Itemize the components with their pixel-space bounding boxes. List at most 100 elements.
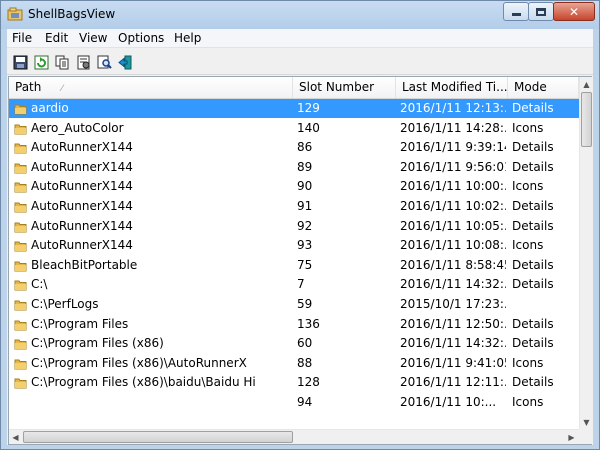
cell-last-modified: 2016/1/11 9:56:01: [400, 160, 506, 174]
cell-path: AutoRunnerX144: [31, 199, 133, 213]
cell-last-modified: 2015/10/1 17:23:...: [400, 297, 506, 311]
cell-mode: Details: [512, 160, 554, 174]
cell-mode: Details: [512, 375, 554, 389]
table-row[interactable]: AutoRunnerX144 86 2016/1/11 9:39:14 Details: [9, 138, 579, 157]
scroll-up-icon[interactable]: ▲: [580, 77, 593, 91]
column-slot-number[interactable]: Slot Number: [293, 77, 396, 98]
save-button[interactable]: [11, 53, 29, 71]
table-row[interactable]: AutoRunnerX144 89 2016/1/11 9:56:01 Details: [9, 158, 579, 177]
scroll-right-icon[interactable]: ▶: [565, 430, 578, 444]
cell-mode: Details: [512, 140, 554, 154]
cell-last-modified: 2016/1/11 12:50:...: [400, 317, 506, 331]
menu-file[interactable]: File: [10, 31, 34, 45]
cell-slot-number: 93: [297, 238, 313, 252]
menu-edit[interactable]: Edit: [43, 31, 70, 45]
menu-help[interactable]: Help: [172, 31, 203, 45]
exit-button[interactable]: [116, 53, 134, 71]
toolbar: [7, 49, 593, 75]
cell-slot-number: 88: [297, 356, 313, 370]
cell-slot-number: 136: [297, 317, 320, 331]
folder-icon: [14, 241, 27, 252]
table-row[interactable]: C:\Program Files (x86) 60 2016/1/11 14:32:…: [9, 334, 579, 353]
column-path[interactable]: Path ⁄: [9, 77, 293, 98]
cell-last-modified: 2016/1/11 14:32:...: [400, 277, 506, 291]
scroll-left-icon[interactable]: ◀: [9, 430, 22, 444]
cell-last-modified: 2016/1/11 14:32:...: [400, 336, 506, 350]
cell-mode: Details: [512, 219, 554, 233]
table-row[interactable]: C:\Program Files (x86)\baidu\Baidu Hi 128…: [9, 373, 579, 392]
window-title: ShellBagsView: [28, 7, 116, 21]
title-bar[interactable]: ShellBagsView ✕: [1, 1, 599, 29]
find-button[interactable]: [95, 53, 113, 71]
table-row[interactable]: AutoRunnerX144 91 2016/1/11 10:02:... Detai…: [9, 197, 579, 216]
table-row[interactable]: C:\Program Files (x86)\AutoRunnerX 88 2016…: [9, 354, 579, 373]
cell-path: aardio: [31, 101, 69, 115]
table-row[interactable]: BleachBitPortable 75 2016/1/11 8:58:45 Deta…: [9, 256, 579, 275]
properties-button[interactable]: [74, 53, 92, 71]
table-row[interactable]: aardio 129 2016/1/11 12:13:... Details: [9, 99, 579, 118]
cell-mode: Icons: [512, 395, 544, 409]
horizontal-scrollbar[interactable]: ◀ ▶: [9, 429, 579, 444]
cell-mode: Icons: [512, 356, 544, 370]
table-row[interactable]: C:\Program Files 136 2016/1/11 12:50:... De…: [9, 315, 579, 334]
table-row[interactable]: C:\PerfLogs 59 2015/10/1 17:23:...: [9, 295, 579, 314]
folder-icon: [14, 300, 27, 311]
cell-path: AutoRunnerX144: [31, 140, 133, 154]
refresh-icon: [34, 55, 48, 69]
cell-path: AutoRunnerX144: [31, 238, 133, 252]
cell-mode: Details: [512, 101, 554, 115]
table-row[interactable]: Aero_AutoColor 140 2016/1/11 14:28:... Icon…: [9, 119, 579, 138]
table-rows: aardio 129 2016/1/11 12:13:... Details Aero_…: [9, 99, 579, 429]
folder-icon: [14, 202, 27, 213]
vertical-scrollbar[interactable]: ▲ ▼: [579, 77, 592, 429]
properties-icon: [77, 55, 89, 69]
cell-mode: Icons: [512, 179, 544, 193]
column-mode[interactable]: Mode: [508, 77, 579, 98]
table-row[interactable]: 94 2016/1/11 10:... Icons: [9, 393, 579, 412]
folder-icon: [14, 222, 27, 233]
cell-slot-number: 59: [297, 297, 313, 311]
folder-icon: [14, 261, 27, 272]
cell-path: BleachBitPortable: [31, 258, 138, 272]
app-window: ShellBagsView ✕ File Edit View Options H…: [0, 0, 600, 450]
menu-options[interactable]: Options: [116, 31, 166, 45]
cell-last-modified: 2016/1/11 10:00:...: [400, 179, 506, 193]
maximize-button[interactable]: [528, 2, 554, 21]
cell-path: [31, 393, 293, 412]
cell-mode: Details: [512, 199, 554, 213]
copy-button[interactable]: [53, 53, 71, 71]
cell-path: C:\Program Files (x86)\baidu\Baidu Hi: [31, 375, 256, 389]
cell-last-modified: 2016/1/11 10:02:...: [400, 199, 506, 213]
minimize-button[interactable]: [503, 2, 529, 21]
cell-slot-number: 94: [297, 395, 313, 409]
folder-icon: [14, 339, 27, 350]
menu-view[interactable]: View: [77, 31, 109, 45]
shellbags-list[interactable]: Path ⁄ Slot Number Last Modified Ti... M…: [8, 76, 592, 445]
table-row[interactable]: AutoRunnerX144 90 2016/1/11 10:00:... Icons: [9, 177, 579, 196]
horizontal-scroll-thumb[interactable]: [23, 431, 293, 443]
column-last-modified[interactable]: Last Modified Ti...: [396, 77, 508, 98]
cell-slot-number: 75: [297, 258, 313, 272]
cell-mode: Details: [512, 317, 554, 331]
close-button[interactable]: ✕: [553, 2, 595, 21]
scroll-corner: [579, 429, 592, 444]
cell-path: Aero_AutoColor: [31, 121, 124, 135]
cell-slot-number: 7: [297, 277, 305, 291]
table-row[interactable]: C:\ 7 2016/1/11 14:32:... Details: [9, 275, 579, 294]
cell-mode: [512, 295, 576, 314]
client-area: File Edit View Options Help Path ⁄ Slot …: [7, 29, 593, 445]
cell-path: AutoRunnerX144: [31, 179, 133, 193]
refresh-button[interactable]: [32, 53, 50, 71]
table-row[interactable]: AutoRunnerX144 92 2016/1/11 10:05:... Detai…: [9, 217, 579, 236]
exit-icon: [117, 55, 131, 69]
cell-last-modified: 2016/1/11 9:39:14: [400, 140, 506, 154]
cell-slot-number: 91: [297, 199, 313, 213]
table-row[interactable]: AutoRunnerX144 93 2016/1/11 10:08:... Icons: [9, 236, 579, 255]
folder-icon: [14, 378, 27, 389]
cell-slot-number: 86: [297, 140, 313, 154]
cell-last-modified: 2016/1/11 12:11:...: [400, 375, 506, 389]
folder-icon: [14, 320, 27, 331]
find-icon: [97, 55, 112, 69]
vertical-scroll-thumb[interactable]: [581, 92, 592, 147]
scroll-down-icon[interactable]: ▼: [580, 415, 593, 429]
